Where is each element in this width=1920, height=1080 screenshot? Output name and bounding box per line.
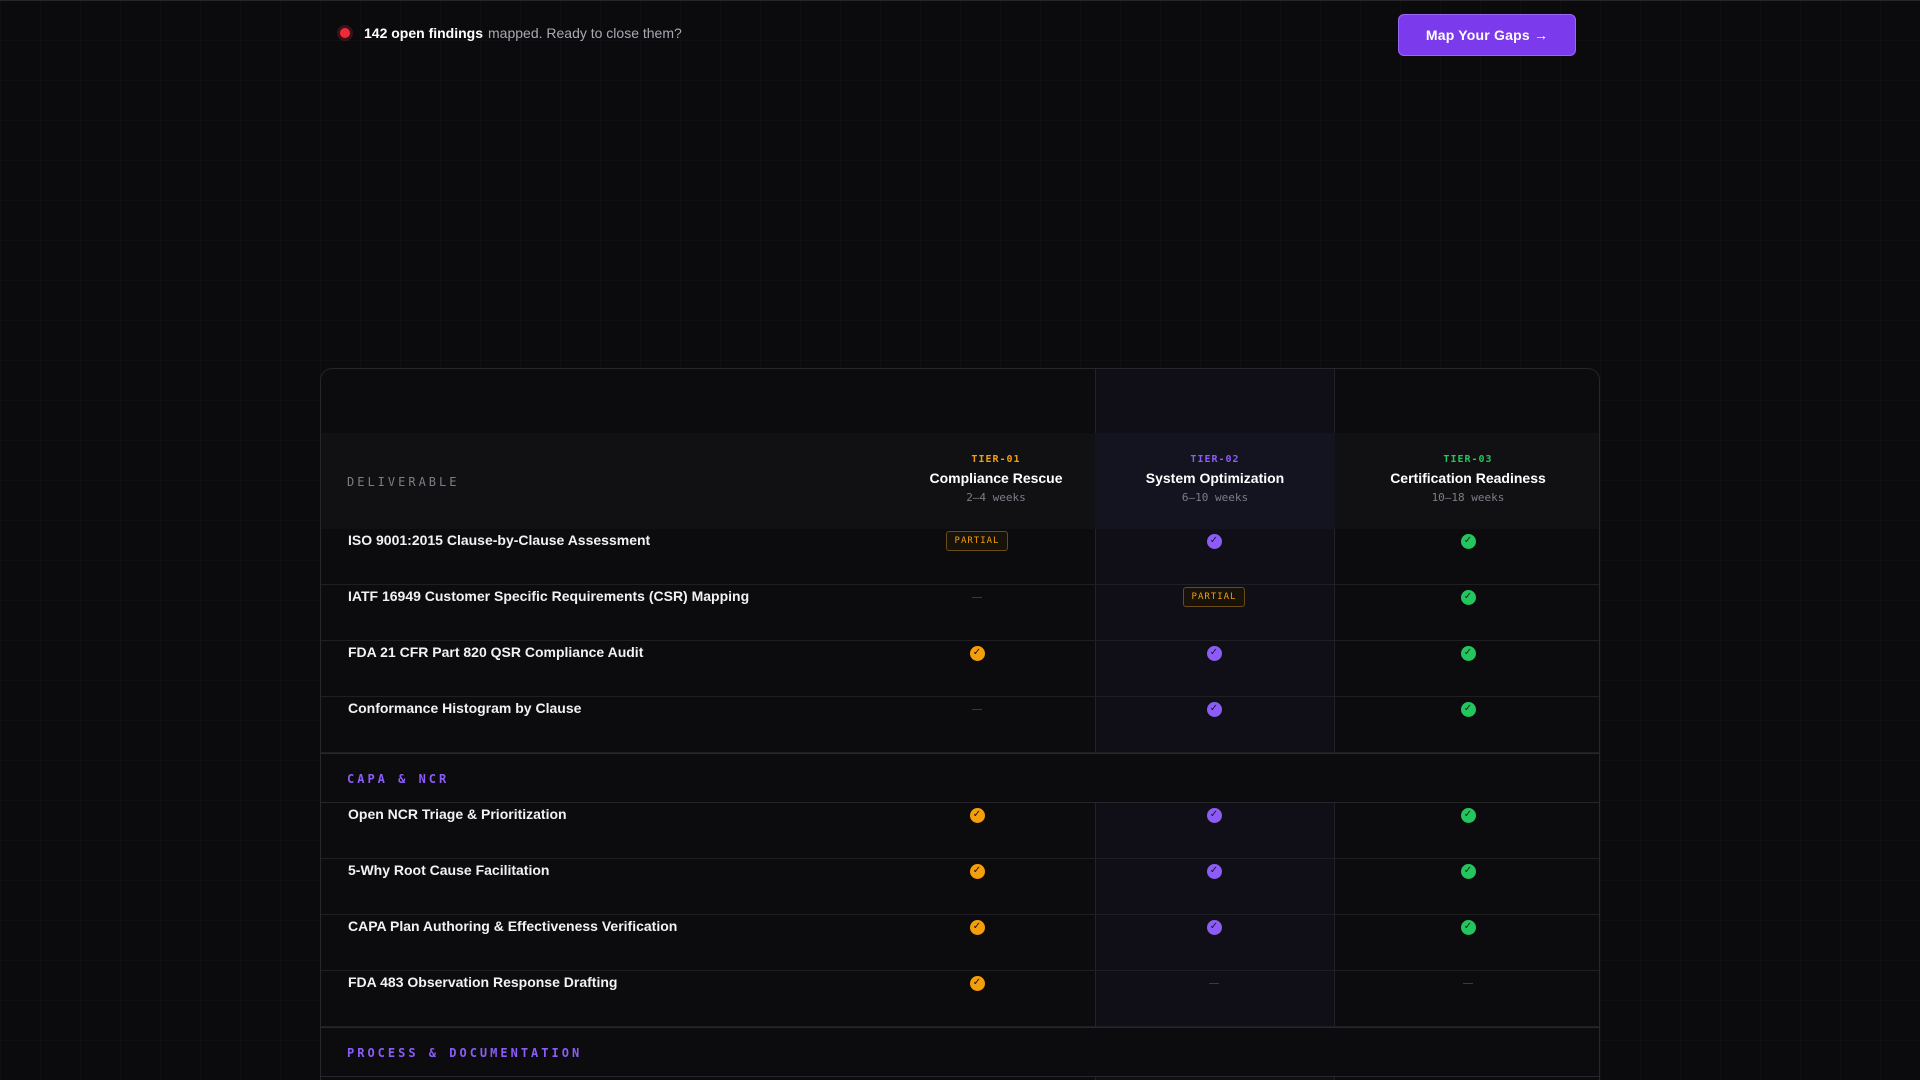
deliverable-name: 5-Why Root Cause Facilitation (348, 862, 550, 878)
check-icon: ✓ (1460, 701, 1476, 717)
findings-status: 142 open findings mapped. Ready to close… (340, 25, 682, 41)
deliverable-name: IATF 16949 Customer Specific Requirement… (348, 588, 750, 604)
tier-01-cell: ✓ (957, 633, 997, 673)
comparison-table: DELIVERABLE TIER-01 Compliance Rescue 2–… (320, 368, 1600, 1080)
tier-02-cell: ✓ (1194, 851, 1234, 891)
check-icon: ✓ (1460, 863, 1476, 879)
section-title: PROCESS & DOCUMENTATION (347, 1046, 583, 1060)
check-icon: ✓ (969, 645, 985, 661)
check-icon: ✓ (1206, 807, 1222, 823)
tier-03-header: TIER-03 Certification Readiness 10–18 we… (1335, 454, 1599, 504)
tier-02-header: TIER-02 System Optimization 6–10 weeks (1095, 454, 1335, 504)
partial-badge: PARTIAL (945, 531, 1009, 551)
not-included-dash-icon (972, 596, 982, 598)
check-icon: ✓ (1460, 645, 1476, 661)
tier-01-cell: ✓ (957, 851, 997, 891)
not-included-dash-icon (1209, 982, 1219, 984)
tier-01-cell: ✓ (957, 795, 997, 835)
check-icon: ✓ (1460, 533, 1476, 549)
tier-03-cell: ✓ (1448, 577, 1488, 617)
tier-01-header: TIER-01 Compliance Rescue 2–4 weeks (896, 454, 1096, 504)
check-icon: ✓ (969, 863, 985, 879)
alert-dot-icon (340, 28, 350, 38)
check-icon: ✓ (1206, 863, 1222, 879)
deliverable-name: FDA 21 CFR Part 820 QSR Compliance Audit (348, 644, 644, 660)
tier-03-cell: ✓ (1448, 795, 1488, 835)
tier-02-name: System Optimization (1145, 470, 1285, 486)
section-title: CAPA & NCR (347, 772, 450, 786)
check-icon: ✓ (1460, 589, 1476, 605)
tier-02-cell: ✓ (1194, 689, 1234, 729)
check-icon: ✓ (1206, 919, 1222, 935)
deliverable-name: CAPA Plan Authoring & Effectiveness Veri… (348, 918, 678, 934)
deliverable-column-header: DELIVERABLE (347, 475, 460, 489)
findings-message: mapped. Ready to close them? (488, 25, 682, 41)
tier-02-cell: ✓ (1194, 521, 1234, 561)
tier-02-cell: ✓ (1194, 633, 1234, 673)
tier-03-cell: ✓ (1448, 689, 1488, 729)
check-icon: ✓ (1206, 533, 1222, 549)
tier-02-cell (1194, 963, 1234, 1003)
deliverable-name: ISO 9001:2015 Clause-by-Clause Assessmen… (348, 532, 651, 548)
tier-01-cell (957, 577, 997, 617)
tier-01-cell: ✓ (957, 907, 997, 947)
check-icon: ✓ (1206, 701, 1222, 717)
section-header: PROCESS & DOCUMENTATION (321, 1027, 1599, 1077)
tier-02-duration: 6–10 weeks (1181, 491, 1249, 504)
tier-01-name: Compliance Rescue (929, 470, 1063, 486)
tier-01-duration: 2–4 weeks (966, 491, 1026, 504)
tier-03-duration: 10–18 weeks (1431, 491, 1505, 504)
check-icon: ✓ (969, 919, 985, 935)
tier-02-cell: ✓ (1194, 795, 1234, 835)
map-your-gaps-button[interactable]: Map Your Gaps → (1398, 14, 1576, 56)
tier-01-code: TIER-01 (971, 454, 1021, 465)
tier-01-cell: ✓ (957, 963, 997, 1003)
check-icon: ✓ (1460, 919, 1476, 935)
tier-03-code: TIER-03 (1443, 454, 1493, 465)
check-icon: ✓ (969, 975, 985, 991)
tier-01-cell: PARTIAL (945, 521, 1009, 561)
deliverable-name: Open NCR Triage & Prioritization (348, 806, 567, 822)
deliverable-name: Conformance Histogram by Clause (348, 700, 582, 716)
check-icon: ✓ (969, 807, 985, 823)
not-included-dash-icon (972, 708, 982, 710)
tier-02-code: TIER-02 (1190, 454, 1240, 465)
not-included-dash-icon (1463, 982, 1473, 984)
top-banner: 142 open findings mapped. Ready to close… (0, 0, 1920, 68)
partial-badge: PARTIAL (1182, 587, 1246, 607)
table-row: Conformance Histogram by Clause ✓ ✓ (321, 697, 1599, 753)
tier-03-cell: ✓ (1448, 907, 1488, 947)
tier-01-cell (957, 689, 997, 729)
deliverable-name: FDA 483 Observation Response Drafting (348, 974, 618, 990)
check-icon: ✓ (1206, 645, 1222, 661)
tier-02-cell: ✓ (1194, 907, 1234, 947)
tier-03-name: Certification Readiness (1390, 470, 1546, 486)
tier-03-cell: ✓ (1448, 633, 1488, 673)
tier-03-cell: ✓ (1448, 521, 1488, 561)
check-icon: ✓ (1460, 807, 1476, 823)
tier-02-cell: PARTIAL (1182, 577, 1246, 617)
tier-03-cell: ✓ (1448, 851, 1488, 891)
tier-03-cell (1448, 963, 1488, 1003)
findings-count: 142 open findings (364, 25, 484, 41)
table-row: FDA 483 Observation Response Drafting ✓ (321, 971, 1599, 1027)
